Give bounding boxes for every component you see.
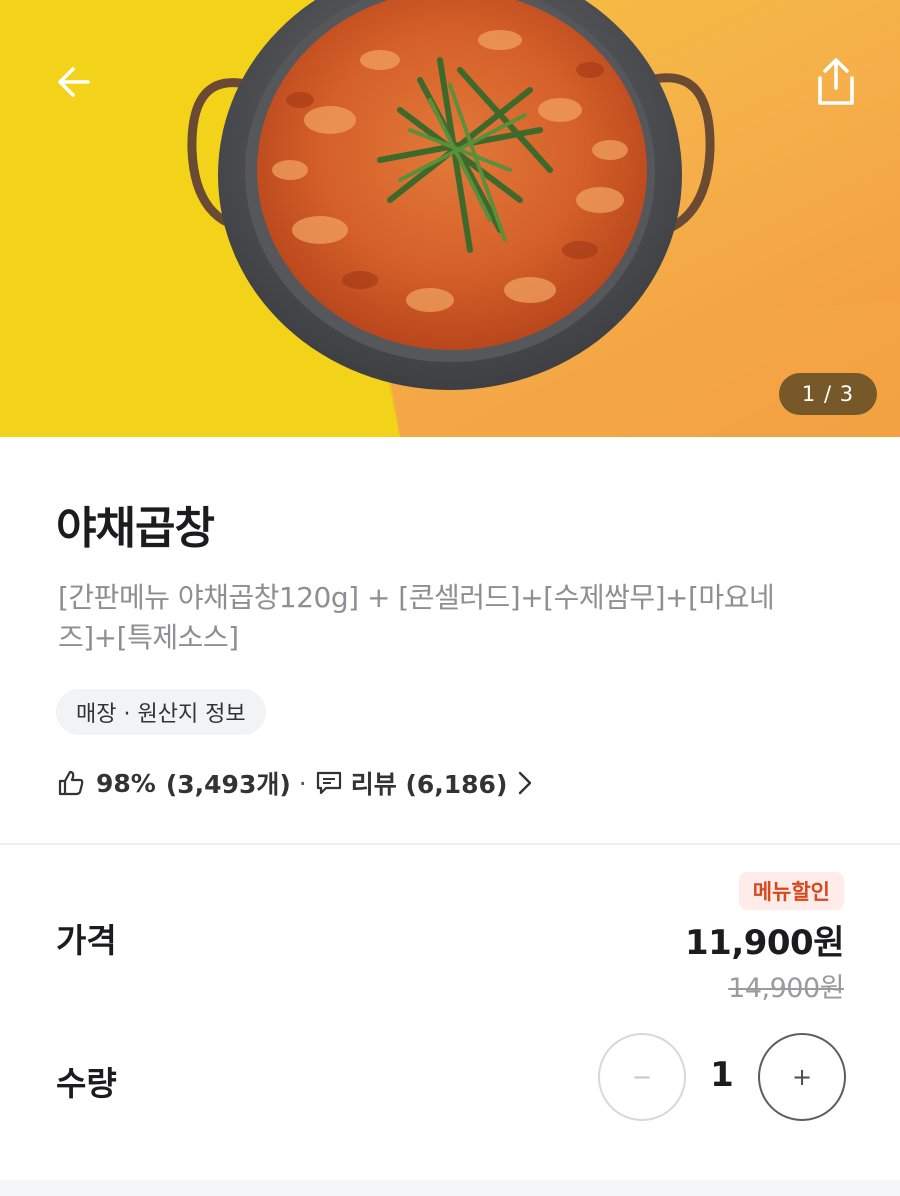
like-count: (3,493개) [165,770,291,799]
review-label: 리뷰 (6,186) [350,770,508,799]
like-percent: 98% [96,768,156,798]
chevron-right-icon [517,770,533,796]
rating-row: 98% (3,493개) · 리뷰 (6,186) [56,762,533,804]
plus-icon: + [791,1063,813,1091]
hero-image-carousel[interactable]: 1 / 3 [0,0,900,437]
minus-icon: − [631,1063,653,1091]
original-price: 14,900원 [728,973,844,1004]
thumbs-up-icon [56,768,86,798]
share-icon [818,58,854,105]
rating-separator: · [298,768,307,798]
arrow-left-icon [58,67,90,97]
store-origin-info-chip[interactable]: 매장 · 원산지 정보 [56,689,266,735]
comment-icon [315,769,343,797]
menu-discount-badge: 메뉴할인 [738,872,844,910]
quantity-decrease-button[interactable]: − [598,1033,686,1121]
review-link[interactable]: 리뷰 (6,186) [315,765,534,801]
quantity-increase-button[interactable]: + [758,1033,846,1121]
bottom-section-divider [0,1180,900,1196]
current-price: 11,900원 [685,923,844,963]
back-button[interactable] [44,52,104,112]
section-divider [0,843,900,845]
quantity-label: 수량 [56,1064,117,1103]
price-label: 가격 [56,921,117,960]
share-button[interactable] [806,52,866,112]
food-photo [0,0,900,437]
quantity-value: 1 [710,1055,734,1095]
product-description: [간판메뉴 야채곱창120g] + [콘셀러드]+[수제쌈무]+[마요네즈]+[… [58,581,775,654]
image-page-indicator: 1 / 3 [779,373,877,415]
product-title: 야채곱창 [56,503,215,554]
